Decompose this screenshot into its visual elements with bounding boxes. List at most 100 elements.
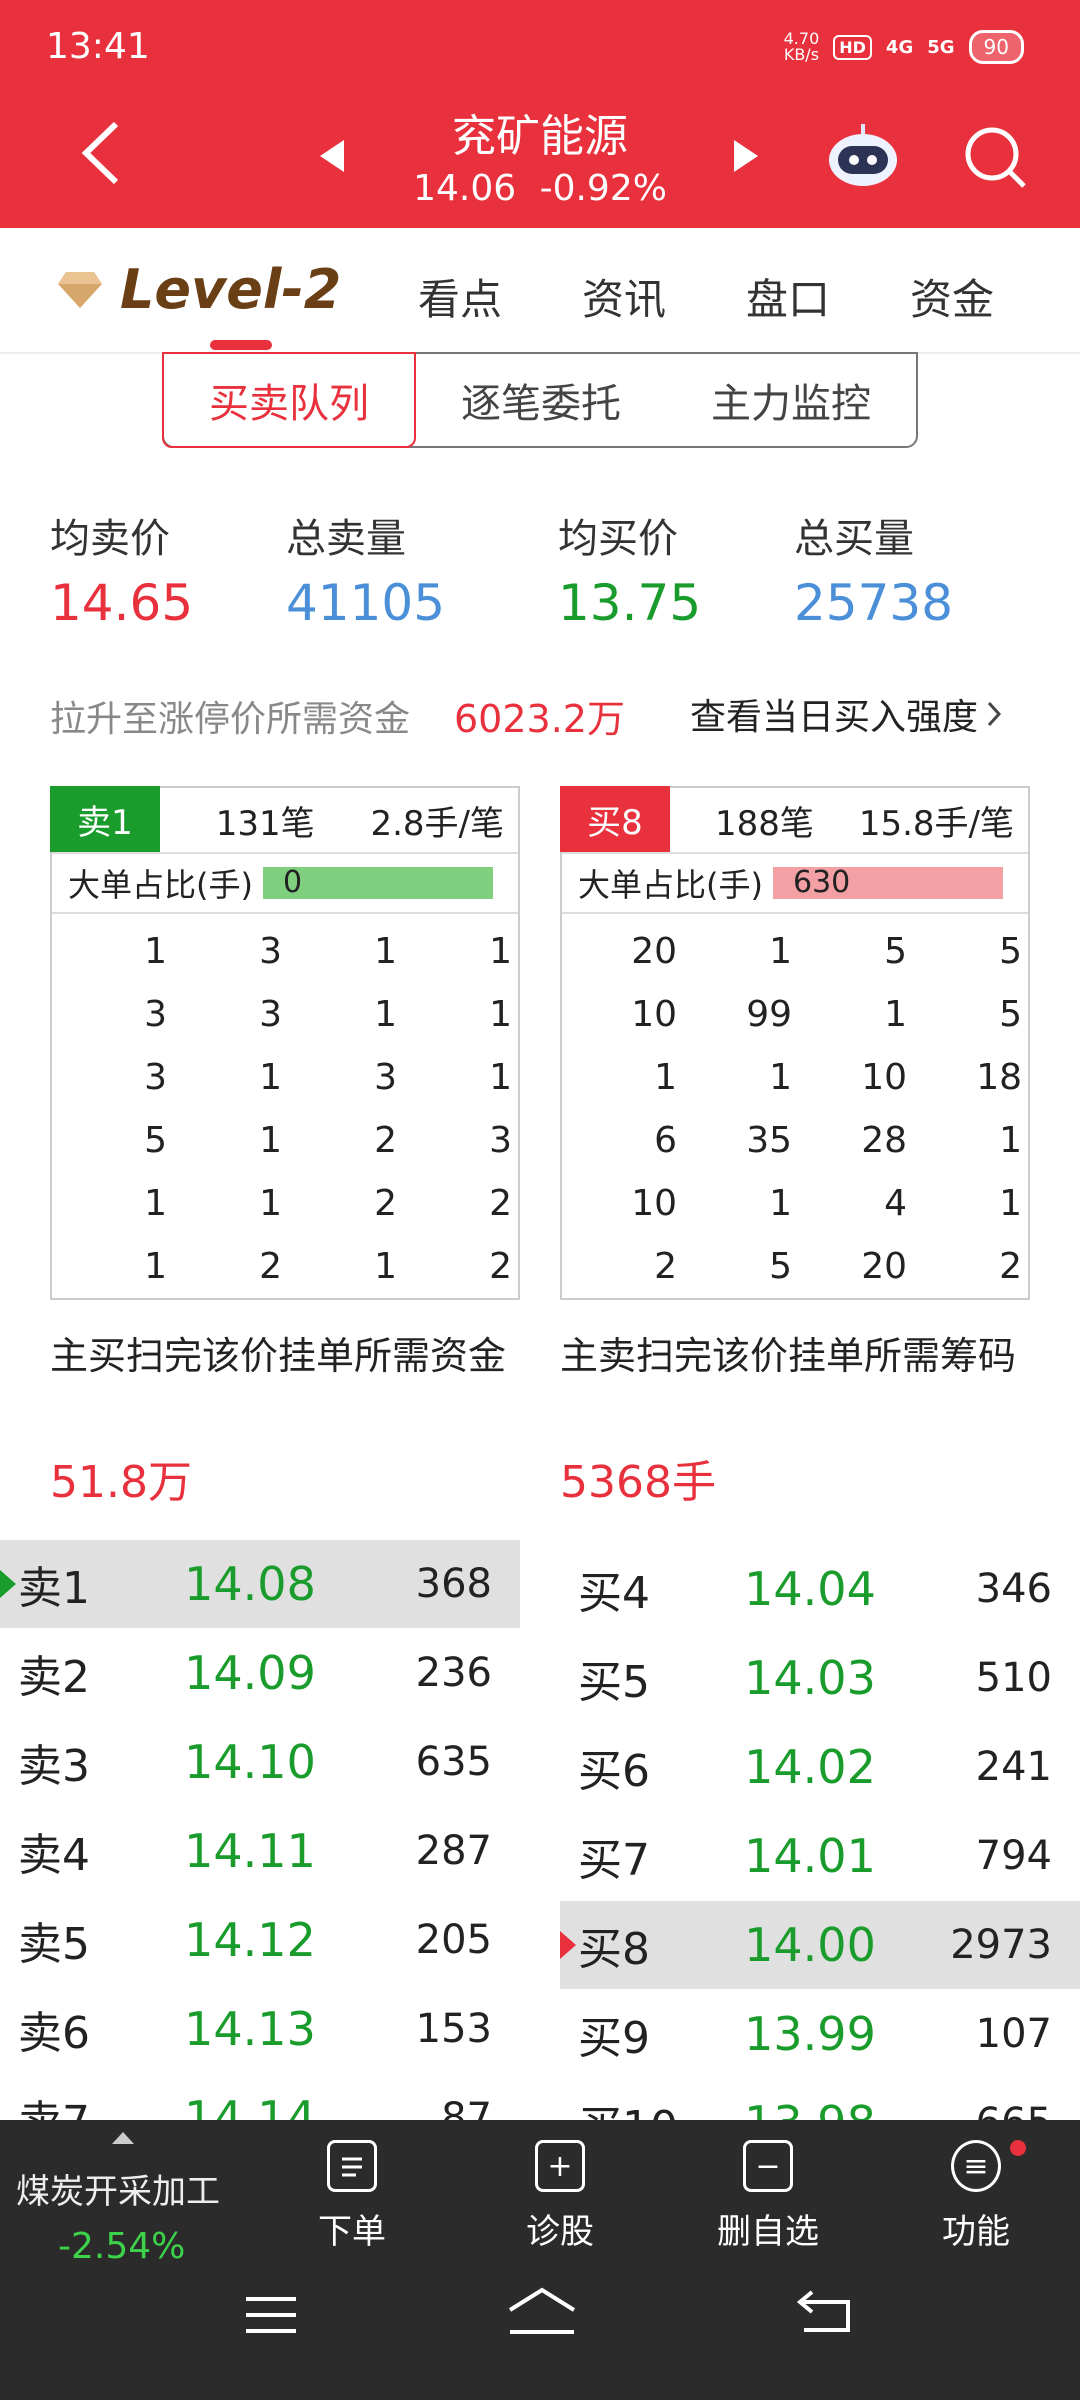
- diagnose-button[interactable]: + 诊股: [480, 2140, 640, 2253]
- book-label: 卖5: [18, 1919, 90, 1970]
- remove-watchlist-button[interactable]: − 删自选: [688, 2140, 848, 2253]
- document-icon: [327, 2140, 377, 2192]
- menu-circle-icon: ≡: [951, 2140, 1001, 2192]
- book-vol: 794: [975, 1833, 1052, 1879]
- queue-cell: 1: [144, 1246, 167, 1287]
- book-vol: 510: [975, 1655, 1052, 1701]
- book-vol: 241: [975, 1744, 1052, 1790]
- plus-box-icon: +: [535, 2140, 585, 2192]
- stock-name: 兖矿能源: [452, 111, 628, 162]
- book-vol: 153: [415, 2006, 492, 2052]
- nav-home-icon[interactable]: [506, 2286, 578, 2347]
- sell-big-bar: 0: [262, 867, 493, 899]
- queue-cell: 5: [999, 931, 1022, 972]
- tab-pankou[interactable]: 盘口: [746, 266, 830, 327]
- book-price: 14.01: [744, 1829, 876, 1883]
- book-label: 买5: [578, 1657, 650, 1708]
- sell-level-row[interactable]: 卖2 14.09 236: [0, 1629, 520, 1717]
- buy-level-row[interactable]: 买7 14.01 794: [560, 1812, 1080, 1900]
- book-vol: 368: [415, 1561, 492, 1607]
- queue-cell: 3: [144, 1057, 167, 1098]
- tab-kandian[interactable]: 看点: [418, 266, 502, 327]
- sector-change: -2.54%: [58, 2226, 186, 2267]
- search-button[interactable]: [962, 124, 1028, 194]
- queue-cell: 1: [374, 994, 397, 1035]
- buy-queue-per: 15.8手/笔: [858, 803, 1014, 844]
- queue-cell: 1: [769, 1183, 792, 1224]
- order-button[interactable]: 下单: [272, 2140, 432, 2253]
- queue-cell: 1: [259, 1183, 282, 1224]
- book-vol: 635: [415, 1739, 492, 1785]
- next-stock-button[interactable]: [732, 138, 760, 178]
- sell-level-row[interactable]: 卖3 14.10 635: [0, 1718, 520, 1806]
- queue-cell: 3: [144, 994, 167, 1035]
- top-header: 13:41 4.70 KB/s HD 4G 5G 90 兖矿能源 14.06 -…: [0, 0, 1080, 228]
- sell-level-row[interactable]: 卖1 14.08 368: [0, 1540, 520, 1628]
- bottom-bar: 煤炭开采加工 -2.54% 下单 + 诊股 − 删自选 ≡ 功能: [0, 2120, 1080, 2400]
- current-level-marker-icon: [560, 1931, 576, 1959]
- book-vol: 2973: [950, 1922, 1052, 1968]
- tab-news[interactable]: 资讯: [582, 266, 666, 327]
- robot-icon: [829, 124, 897, 186]
- limit-funds-label: 拉升至涨停价所需资金: [50, 699, 411, 740]
- tab-indicator: [210, 340, 272, 350]
- diagnose-label: 诊股: [526, 2212, 594, 2252]
- queue-cell: 5: [144, 1120, 167, 1161]
- nav-back-icon[interactable]: [796, 2288, 852, 2345]
- signal-4g-icon: 4G: [885, 36, 914, 58]
- book-label: 卖4: [18, 1830, 90, 1881]
- queue-cell: 1: [654, 1057, 677, 1098]
- segment-monitor[interactable]: 主力监控: [666, 354, 916, 446]
- sell-queue-tag: 卖1: [50, 786, 160, 852]
- book-label: 卖3: [18, 1741, 90, 1792]
- expand-up-icon[interactable]: [110, 2130, 136, 2150]
- order-label: 下单: [318, 2212, 386, 2252]
- nav-menu-icon[interactable]: [244, 2292, 298, 2346]
- segment-queue[interactable]: 买卖队列: [162, 352, 416, 448]
- book-label: 买9: [578, 2013, 650, 2064]
- diamond-icon: [58, 271, 102, 308]
- current-level-marker-icon: [0, 1570, 16, 1598]
- book-price: 14.11: [184, 1824, 316, 1878]
- avg-sell-value: 14.65: [50, 574, 194, 632]
- buy-sweep-label: 主买扫完该价挂单所需资金: [50, 1334, 507, 1378]
- buy-level-row[interactable]: 买9 13.99 107: [560, 1990, 1080, 2078]
- total-buy-value: 25738: [794, 574, 954, 632]
- robot-assistant-button[interactable]: [826, 122, 900, 192]
- sector-name[interactable]: 煤炭开采加工: [16, 2164, 220, 2213]
- queue-cell: 6: [654, 1120, 677, 1161]
- queue-cell: 2: [489, 1246, 512, 1287]
- queue-cell: 10: [631, 994, 677, 1035]
- queue-cell: 1: [999, 1183, 1022, 1224]
- buy-strength-link[interactable]: 查看当日买入强度: [690, 688, 1002, 740]
- function-button[interactable]: ≡ 功能: [896, 2140, 1056, 2253]
- buy-level-row[interactable]: 买4 14.04 346: [560, 1545, 1080, 1633]
- triangle-right-icon: [734, 140, 758, 172]
- segmented-control: 买卖队列 逐笔委托 主力监控: [162, 352, 918, 448]
- sell-level-row[interactable]: 卖4 14.11 287: [0, 1807, 520, 1895]
- queue-cell: 5: [999, 994, 1022, 1035]
- tab-funds[interactable]: 资金: [910, 266, 994, 327]
- queue-cell: 3: [259, 994, 282, 1035]
- queue-cell: 2: [654, 1246, 677, 1287]
- buy-level-row[interactable]: 买6 14.02 241: [560, 1723, 1080, 1811]
- queue-cell: 1: [884, 994, 907, 1035]
- book-price: 14.08: [184, 1557, 316, 1611]
- sell-level-row[interactable]: 卖6 14.13 153: [0, 1985, 520, 2073]
- sell-level-row[interactable]: 卖5 14.12 205: [0, 1896, 520, 1984]
- buy-level-row[interactable]: 买8 14.00 2973: [560, 1901, 1080, 1989]
- level2-label: Level-2: [120, 258, 342, 321]
- queue-cell: 1: [374, 931, 397, 972]
- avg-sell-label: 均卖价: [50, 516, 170, 562]
- sell-sweep-label: 主卖扫完该价挂单所需筹码: [560, 1334, 1017, 1378]
- sell-big-order: 大单占比(手) 0: [52, 854, 518, 914]
- book-label: 买6: [578, 1746, 650, 1797]
- tab-level2[interactable]: Level-2: [56, 258, 341, 321]
- buy-big-bar: 630: [772, 867, 1003, 899]
- queue-cell: 35: [746, 1120, 792, 1161]
- segment-orders[interactable]: 逐笔委托: [416, 354, 666, 446]
- tab-bar: Level-2 看点 资讯 盘口 资金: [0, 228, 1080, 354]
- limit-funds-value: 6023.2万: [454, 697, 625, 741]
- buy-level-row[interactable]: 买5 14.03 510: [560, 1634, 1080, 1722]
- book-price: 14.13: [184, 2002, 316, 2056]
